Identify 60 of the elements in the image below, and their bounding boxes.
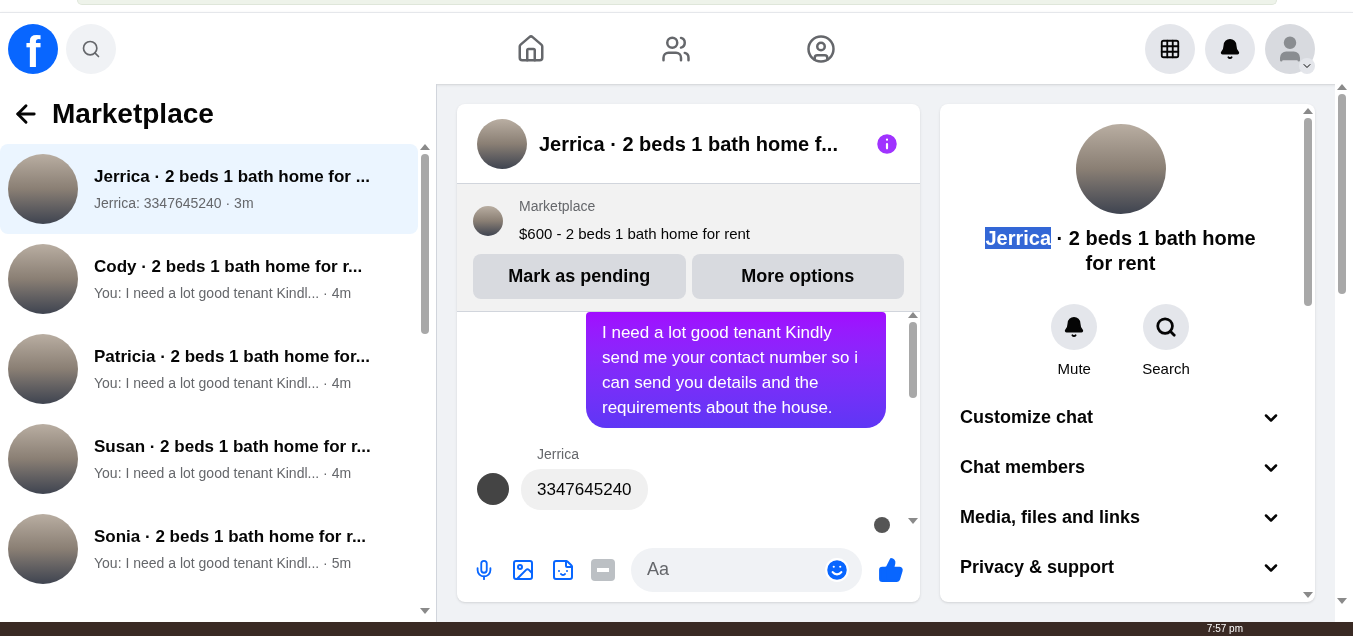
scrollbar-thumb[interactable] [909,321,917,399]
conversation-preview: You: I need a lot good tenant Kindl... · 4m [94,374,353,394]
grid-icon [1159,37,1181,60]
avatar-photo [473,205,503,236]
scroll-up-arrow-icon[interactable] [908,311,918,318]
conversation-title: Susan · 2 beds 1 bath home for r... [94,435,371,458]
avatar-photo [477,118,527,169]
profile-button[interactable] [1265,23,1315,74]
scroll-up-arrow-icon[interactable] [1303,108,1313,114]
scroll-up-arrow-icon[interactable] [1337,84,1347,90]
bell-icon [1063,316,1086,338]
listing-source: Marketplace [519,197,597,216]
section-toggle[interactable]: Chat members [960,442,1281,493]
conversation-preview: You: I need a lot good tenant Kindl... · 4m [94,284,353,304]
conversation-title: Sonia · 2 beds 1 bath home for r... [94,525,367,548]
house-icon [515,33,546,64]
page-title: Marketplace [52,97,214,131]
scrollbar-thumb[interactable] [1338,94,1346,294]
listing-action-button[interactable]: Mark as pending [473,253,686,299]
chat-title: Jerrica · 2 beds 1 bath home f... [539,131,838,157]
gif-icon[interactable] [591,558,615,581]
message-input[interactable]: Aa [631,547,862,592]
listing-title: $600 - 2 beds 1 bath home for rent [519,224,750,244]
sender-name: Jerrica [537,444,580,464]
sent-message: I need a lot good tenant Kindly send me your contact number so i can send you details and the requirements about the house. [586,311,886,428]
sticker-icon[interactable] [551,557,575,582]
scroll-down-arrow-icon[interactable] [1303,592,1313,598]
like-icon[interactable] [878,556,904,583]
scrollbar-thumb[interactable] [1304,118,1312,306]
listing-action-button[interactable]: More options [691,253,904,299]
avatar-photo [477,473,509,506]
photo-icon[interactable] [511,557,535,582]
menu-button[interactable] [1145,23,1195,74]
conversation-title: Patricia · 2 beds 1 bath home for... [94,345,370,368]
conversation-name: Jerrica · 2 beds 1 bath home for rent [984,226,1257,276]
conversation-preview: Jerrica: 3347645240 · 3m [94,194,255,214]
read-receipt-avatar [874,517,890,533]
search-icon [1155,316,1177,338]
notifications-button[interactable] [1205,23,1255,74]
bell-icon [1219,37,1241,60]
scroll-down-arrow-icon[interactable] [1337,598,1347,604]
section-toggle[interactable]: Privacy & support [960,542,1281,593]
section-toggle[interactable]: Customize chat [960,392,1281,443]
scrollbar-thumb[interactable] [421,154,429,334]
conversation-title: Jerrica · 2 beds 1 bath home for ... [94,165,370,188]
caret-icon [1299,57,1315,74]
conversation-preview: You: I need a lot good tenant Kindl... · 5m [94,554,353,574]
logo[interactable]: f [8,23,58,74]
scroll-up-arrow-icon[interactable] [420,144,430,150]
taskbar-clock: 7:57 pm [1206,624,1243,634]
conversation-item[interactable]: Jerrica · 2 beds 1 bath home for ... Jerrica: 3347645240 · 3m [0,144,418,234]
received-message: 3347645240 [521,468,648,510]
section-toggle[interactable]: Media, files and links [960,492,1281,543]
search-button[interactable] [66,23,116,74]
user-circle-icon [805,33,836,64]
search-icon [81,38,101,59]
scroll-down-arrow-icon[interactable] [420,608,430,614]
conversation-title: Cody · 2 beds 1 bath home for r... [94,255,363,278]
conversation-preview: You: I need a lot good tenant Kindl... · 4m [94,464,353,484]
scroll-down-arrow-icon[interactable] [908,517,918,524]
